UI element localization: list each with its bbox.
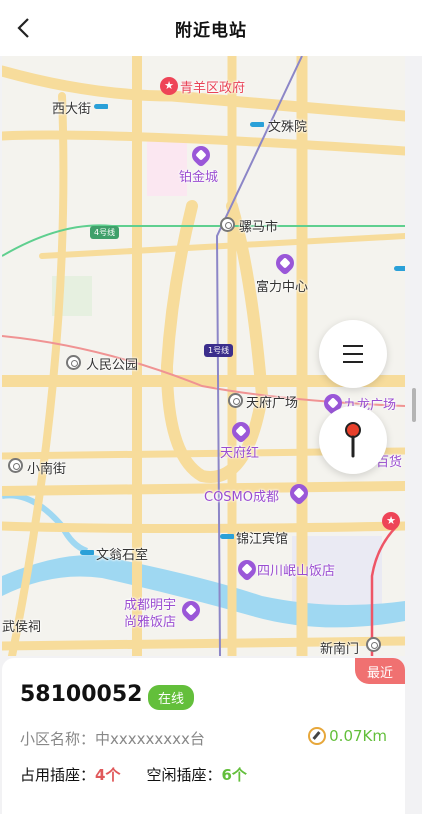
map-label-fuli: 富力中心 <box>256 280 309 295</box>
locate-button[interactable] <box>319 406 387 474</box>
community-row: 小区名称：中xxxxxxxxx台 <box>20 728 205 749</box>
station-code: 58100052 <box>20 682 143 707</box>
map-label-wenweng: 文翁石室 <box>96 548 149 563</box>
free-label: 空闲插座： <box>146 766 222 784</box>
occupied-value: 4个 <box>95 766 121 784</box>
map-label-tianfuhong: 天府红 <box>220 446 260 461</box>
map-label-wuhou: 武侯祠 <box>2 620 42 635</box>
map-label-qingyang: 青羊区政府 <box>180 81 246 96</box>
rail-icon <box>250 118 266 130</box>
distance-value: 0.07Km <box>329 727 387 745</box>
page-title: 附近电站 <box>175 20 247 41</box>
metro-station-icon <box>220 217 235 232</box>
map-label-xiaonan: 小南街 <box>27 462 67 477</box>
scroll-handle[interactable] <box>412 388 416 422</box>
community-name: 中xxxxxxxxx台 <box>95 730 205 748</box>
community-label: 小区名称： <box>20 730 96 748</box>
top-bar: 附近电站 <box>0 0 422 56</box>
map-label-tianfu-square: 天府广场 <box>246 396 299 411</box>
nearest-tag: 最近 <box>355 658 405 684</box>
compass-icon <box>308 727 327 745</box>
status-badge: 在线 <box>148 685 195 710</box>
metro-station-icon <box>66 355 81 370</box>
map-label-bojin: 铂金城 <box>179 170 219 185</box>
map-label-renmin: 人民公园 <box>86 358 139 373</box>
map-label-sichuan-emei: 四川岷山饭店 <box>257 564 336 579</box>
metro-station-icon <box>8 458 23 473</box>
rail-icon <box>220 530 236 542</box>
map-label-luoma: 骡马市 <box>239 220 279 235</box>
location-pin-icon <box>345 422 361 458</box>
chevron-left-icon <box>17 18 29 38</box>
map-label-wenshu: 文殊院 <box>268 120 308 135</box>
back-button[interactable] <box>10 14 38 42</box>
menu-button[interactable] <box>319 320 387 388</box>
map-label-shangya: 尚雅饭店 <box>124 615 177 630</box>
metro-station-icon <box>366 637 381 652</box>
distance-info: 0.07Km <box>308 727 387 745</box>
map-label-jinjiang: 锦江宾馆 <box>236 532 289 547</box>
map-label-cosmo: COSMO成都 <box>204 490 280 505</box>
map-label-xida: 西大街 <box>52 102 92 117</box>
occupied-label: 占用插座： <box>20 766 96 784</box>
socket-row: 占用插座： 4个 空闲插座： 6个 <box>20 764 247 785</box>
free-value: 6个 <box>221 766 247 784</box>
rail-icon <box>94 100 110 112</box>
map-label-xinnanmen: 新南门 <box>320 642 360 656</box>
rail-icon <box>394 262 405 274</box>
metro-line-badge: 1号线 <box>204 344 234 357</box>
rail-icon <box>80 546 96 558</box>
metro-station-icon <box>228 393 243 408</box>
poi-pin-icon: ★ <box>382 512 400 530</box>
metro-line-badge: 4号线 <box>90 226 120 239</box>
station-card[interactable]: 最近 58100052 在线 小区名称：中xxxxxxxxx台 0.07Km 占… <box>2 658 405 814</box>
government-pin-icon: ★ <box>160 77 178 95</box>
menu-icon <box>343 345 363 363</box>
